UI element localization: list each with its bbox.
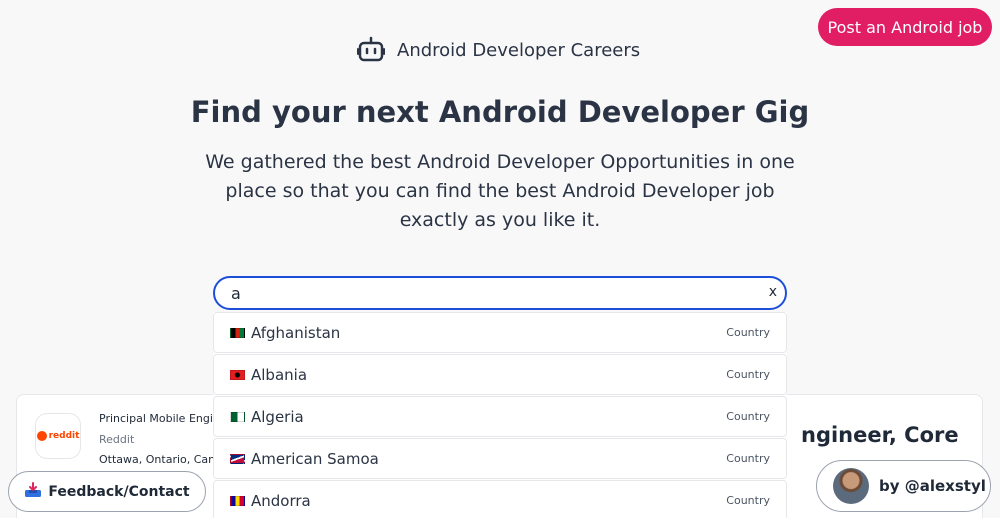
feedback-label: Feedback/Contact <box>48 483 190 500</box>
autocomplete-item[interactable]: Algeria Country <box>213 396 787 437</box>
reddit-logo-text: reddit <box>48 431 80 441</box>
autocomplete-item[interactable]: Albania Country <box>213 354 787 395</box>
autocomplete-item-name: Albania <box>251 365 308 384</box>
algeria-flag-icon <box>230 411 245 422</box>
page-subtitle: We gathered the best Android Developer O… <box>205 151 795 231</box>
brand-name: Android Developer Careers <box>397 39 641 61</box>
job-company: Reddit <box>99 433 135 446</box>
brand[interactable]: Android Developer Careers <box>357 34 640 66</box>
author-badge[interactable]: by @alexstyl <box>816 460 991 512</box>
robot-icon <box>357 36 385 64</box>
autocomplete-item-type: Country <box>726 368 770 381</box>
autocomplete-item[interactable]: Andorra Country <box>213 480 787 518</box>
clear-search-button[interactable]: x <box>769 282 777 302</box>
page-title: Find your next Android Developer Gig <box>190 95 810 129</box>
search-input[interactable] <box>215 279 735 307</box>
feedback-button[interactable]: Feedback/Contact <box>8 471 206 512</box>
reddit-logo: reddit <box>35 413 81 459</box>
afghanistan-flag-icon <box>230 327 245 338</box>
job-heading: ngineer, Core <box>801 423 959 447</box>
autocomplete-item-type: Country <box>726 494 770 507</box>
job-location: Ottawa, Ontario, Can <box>99 453 216 466</box>
autocomplete-dropdown: Afghanistan Country Albania Country Alge… <box>213 312 787 518</box>
search-box[interactable]: x <box>213 276 787 310</box>
autocomplete-item-name: Andorra <box>251 491 311 510</box>
job-title: Principal Mobile Engin <box>99 412 220 425</box>
inbox-tray-icon <box>24 481 42 502</box>
american-samoa-flag-icon <box>230 453 245 464</box>
autocomplete-item-type: Country <box>726 410 770 423</box>
autocomplete-item-type: Country <box>726 452 770 465</box>
autocomplete-item-type: Country <box>726 326 770 339</box>
autocomplete-item[interactable]: American Samoa Country <box>213 438 787 479</box>
author-label: by @alexstyl <box>879 477 986 495</box>
albania-flag-icon <box>230 369 245 380</box>
avatar <box>833 468 869 504</box>
autocomplete-item[interactable]: Afghanistan Country <box>213 312 787 353</box>
autocomplete-item-name: Afghanistan <box>251 323 341 342</box>
andorra-flag-icon <box>230 495 245 506</box>
autocomplete-item-name: American Samoa <box>251 449 379 468</box>
post-job-button[interactable]: Post an Android job <box>818 8 992 46</box>
autocomplete-item-name: Algeria <box>251 407 304 426</box>
